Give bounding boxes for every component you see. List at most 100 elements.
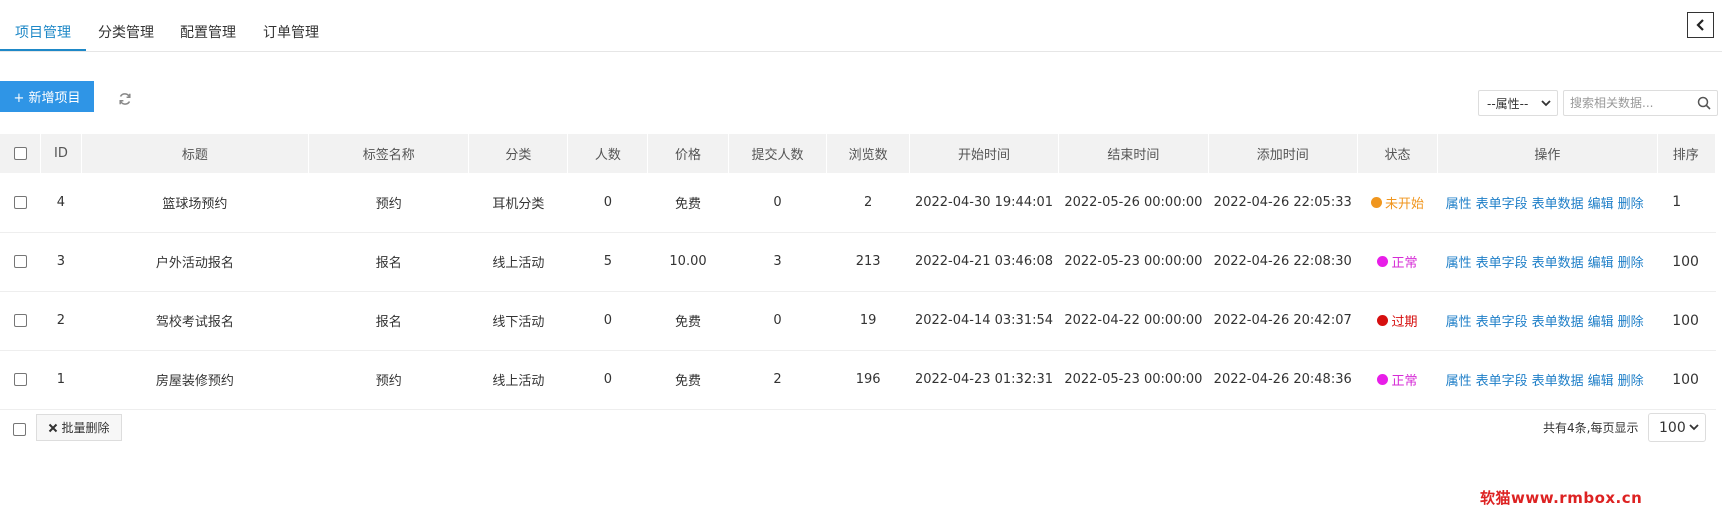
chevron-down-icon [1541,100,1551,107]
close-icon [49,423,58,432]
row-title: 篮球场预约 [162,196,228,212]
batch-delete-label: 批量删除 [61,421,110,435]
watermark: 软猫www.rmbox.cn [1480,489,1643,507]
tab-config-management[interactable]: 配置管理 [180,22,236,42]
row-end-time: 2022-05-23 00:00:00 [1064,254,1203,269]
status-label: 未开始 [1384,196,1424,212]
attributes-link[interactable]: 属性 [1446,374,1472,389]
row-start-time: 2022-04-30 19:44:01 [914,194,1054,210]
row-actions: 属性 表单字段 表单数据 编辑 删除 [1438,232,1658,291]
row-added-time: 2022-04-26 22:05:33 [1213,194,1352,210]
footer-select-all-checkbox[interactable] [13,423,26,436]
row-category: 线上活动 [492,256,545,271]
column-header-sort: 排序 [1657,134,1717,173]
delete-link[interactable]: 删除 [1618,374,1644,389]
select-all-checkbox[interactable] [13,147,27,160]
chevron-down-icon [1689,424,1699,431]
column-header-category: 分类 [468,134,569,173]
delete-link[interactable]: 删除 [1618,315,1644,330]
form-fields-link[interactable]: 表单字段 [1476,256,1528,271]
add-project-button[interactable]: + 新增项目 [0,81,94,112]
row-checkbox[interactable] [13,314,27,327]
tab-order-management[interactable]: 订单管理 [263,22,319,42]
row-tag: 报名 [375,256,402,271]
form-fields-link[interactable]: 表单字段 [1476,374,1528,389]
row-submitted: 0 [773,313,782,328]
row-views: 196 [855,372,881,387]
batch-delete-button[interactable]: 批量删除 [36,414,122,441]
row-price: 免费 [675,374,702,389]
status-dot [1377,256,1389,267]
row-end-time: 2022-05-23 00:00:00 [1064,372,1203,387]
row-start-time: 2022-04-23 01:32:31 [914,372,1054,387]
delete-link[interactable]: 删除 [1618,256,1644,271]
row-views: 213 [855,254,881,269]
attributes-link[interactable]: 属性 [1446,256,1472,271]
edit-link[interactable]: 编辑 [1588,197,1614,212]
status-label: 正常 [1391,256,1418,271]
column-header-submitted: 提交人数 [728,134,828,173]
page-size-select[interactable]: 100 [1648,413,1706,442]
form-fields-link[interactable]: 表单字段 [1476,197,1528,212]
tab-project-management[interactable]: 项目管理 [15,22,71,42]
delete-link[interactable]: 删除 [1618,197,1644,212]
form-data-link[interactable]: 表单数据 [1532,197,1584,212]
row-id: 2 [56,313,66,328]
row-views: 19 [859,313,877,328]
collapse-button[interactable] [1687,12,1714,38]
edit-link[interactable]: 编辑 [1588,374,1614,389]
row-tag: 预约 [375,196,402,212]
row-start-time: 2022-04-21 03:46:08 [914,254,1054,269]
row-sort: 100 [1672,312,1699,329]
row-title: 户外活动报名 [155,256,234,271]
attribute-select[interactable]: --属性-- [1478,90,1558,116]
row-submitted: 0 [773,194,782,210]
status-dot [1377,374,1389,385]
row-checkbox[interactable] [13,195,27,209]
status-label: 正常 [1391,374,1418,389]
column-header-actions: 操作 [1437,134,1658,173]
row-price: 免费 [675,196,702,212]
row-people: 5 [603,254,612,269]
search-input[interactable] [1564,91,1684,115]
select-all-cell [0,134,42,173]
form-data-link[interactable]: 表单数据 [1532,256,1584,271]
status-dot [1377,315,1389,326]
form-data-link[interactable]: 表单数据 [1532,374,1584,389]
row-select-cell [0,173,41,232]
row-tag: 预约 [375,374,402,389]
table-row: 4 篮球场预约 预约 耳机分类 0 免费 0 2 2022-04-30 19:44:01 2022… [0,173,1716,232]
edit-link[interactable]: 编辑 [1588,256,1614,271]
table-row: 2 驾校考试报名 报名 线下活动 0 免费 0 19 2022-04-14 03:31:54 20… [0,291,1716,350]
edit-link[interactable]: 编辑 [1588,315,1614,330]
column-header-price: 价格 [647,134,729,173]
column-header-people: 人数 [567,134,649,173]
form-fields-link[interactable]: 表单字段 [1476,315,1528,330]
attributes-link[interactable]: 属性 [1446,197,1472,212]
refresh-icon[interactable] [118,92,132,106]
row-start-time: 2022-04-14 03:31:54 [914,313,1054,328]
row-select-cell [0,232,41,291]
row-people: 0 [603,313,612,328]
row-checkbox[interactable] [13,373,27,386]
form-data-link[interactable]: 表单数据 [1532,315,1584,330]
column-header-id: ID [40,134,82,173]
column-header-title: 标题 [81,134,310,173]
row-category: 线上活动 [492,374,545,389]
row-sort: 100 [1672,253,1699,270]
chevron-left-icon [1695,19,1704,31]
column-header-status: 状态 [1357,134,1439,173]
search-icon[interactable] [1697,96,1711,110]
tab-category-management[interactable]: 分类管理 [98,22,154,42]
row-end-time: 2022-04-22 00:00:00 [1064,313,1203,328]
column-header-end-time: 结束时间 [1058,134,1209,173]
row-title: 房屋装修预约 [155,374,234,389]
column-header-views: 浏览数 [826,134,910,173]
attributes-link[interactable]: 属性 [1446,315,1472,330]
row-id: 3 [56,254,66,269]
attribute-select-value: --属性-- [1487,96,1529,111]
row-status: 正常 [1357,232,1437,291]
row-checkbox[interactable] [13,255,27,268]
total-count-text: 共有4条,每页显示 [1543,421,1639,435]
row-tag: 报名 [375,315,402,330]
